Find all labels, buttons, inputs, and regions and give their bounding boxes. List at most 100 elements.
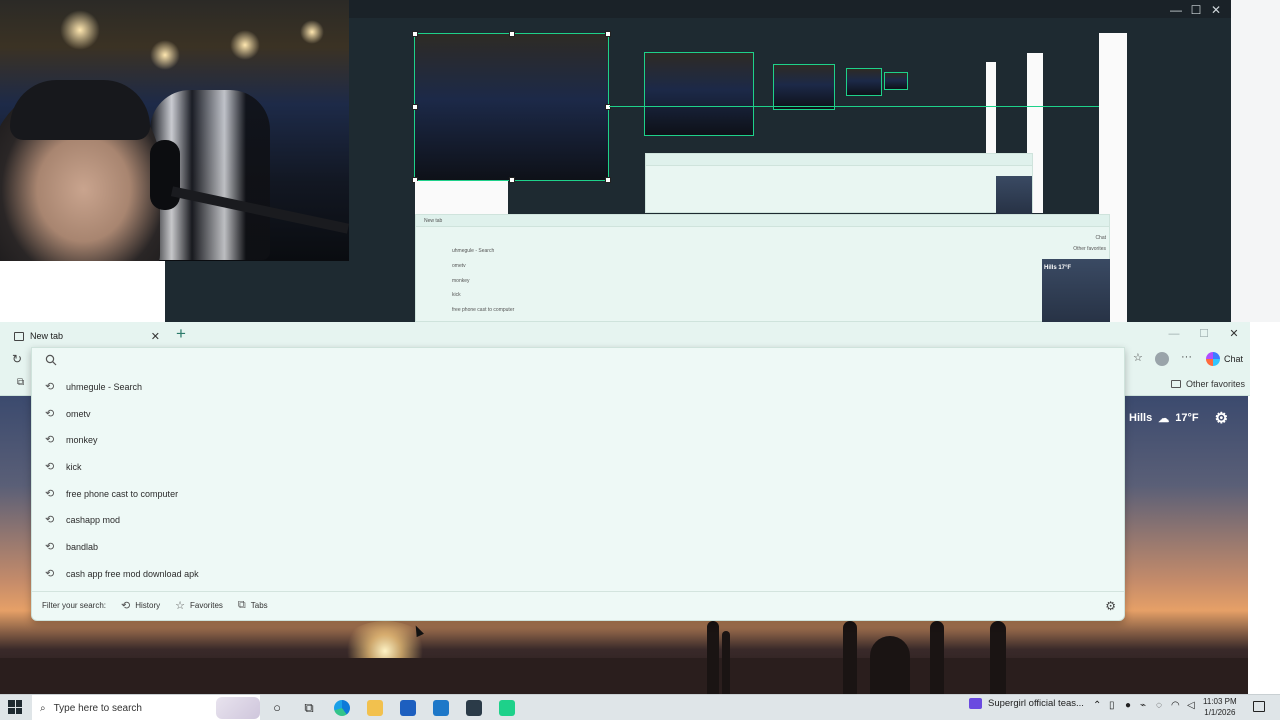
taskbar-media-item[interactable]: Supergirl official teas...	[969, 698, 1084, 709]
suggestion-item[interactable]: ⟲ cashapp mod	[32, 507, 1124, 533]
tab-close-button[interactable]: ✕	[151, 330, 160, 343]
suggestion-item[interactable]: ⟲ cash app free mod download apk	[32, 561, 1124, 587]
nested-browser	[645, 153, 1033, 214]
taskbar: ⌕ Type here to search ○ ⧉ Supergirl offi…	[0, 694, 1280, 720]
store-icon[interactable]	[400, 700, 416, 716]
address-bar[interactable]	[32, 348, 1124, 374]
capture-close-button[interactable]: ✕	[1208, 3, 1224, 17]
calculator-icon[interactable]	[466, 700, 482, 716]
suggestion-text: cash app free mod download apk	[66, 569, 199, 579]
preview-source-webcam[interactable]	[412, 31, 611, 183]
network-icon[interactable]: ◌	[1156, 700, 1162, 711]
preview-source-nested-3	[846, 68, 882, 96]
history-icon: ⟲	[45, 540, 55, 553]
reload-icon[interactable]: ↻	[12, 352, 22, 366]
address-bar-dropdown: ⟲ uhmegule - Search ⟲ ometv ⟲ monkey ⟲ k…	[31, 347, 1125, 621]
tab-title: New tab	[30, 331, 64, 341]
recursive-weather: Hills 17°F	[1044, 265, 1072, 271]
taskbar-clock[interactable]: 11:03 PM 1/1/2026	[1203, 696, 1237, 718]
usb-icon[interactable]: ⌁	[1140, 700, 1146, 711]
favorites-star-icon[interactable]: ☆	[1133, 351, 1143, 364]
weather-temp: 17°F	[1175, 412, 1199, 424]
background-window	[1231, 0, 1280, 322]
copilot-icon[interactable]	[1206, 352, 1220, 366]
page-icon	[14, 331, 24, 341]
device-icon[interactable]: ▯	[1109, 700, 1115, 711]
new-tab-button[interactable]: +	[172, 324, 190, 344]
search-highlight-image[interactable]	[216, 697, 260, 719]
search-settings-gear-icon[interactable]: ⚙	[1105, 599, 1116, 613]
capture-maximize-button[interactable]: ☐	[1188, 3, 1204, 17]
capture-minimize-button[interactable]: —	[1168, 3, 1184, 17]
maximize-button[interactable]: ☐	[1189, 325, 1219, 343]
clock-date: 1/1/2026	[1204, 708, 1236, 717]
weather-location: Hills	[1129, 412, 1153, 424]
notification-icon[interactable]	[1253, 701, 1265, 712]
chat-button[interactable]: Chat	[1224, 354, 1243, 364]
app-icon[interactable]	[499, 700, 515, 716]
weather-widget[interactable]: Hills ☁ 17°F ⚙	[1125, 400, 1247, 436]
address-input[interactable]	[66, 351, 966, 371]
filter-history-button[interactable]: ⟲ History	[121, 599, 160, 612]
recursive-other-favorites: Other favorites	[1073, 246, 1106, 252]
taskbar-search[interactable]: ⌕ Type here to search	[32, 695, 260, 720]
filter-bar: Filter your search: ⟲ History ☆ Favorite…	[42, 599, 268, 612]
history-icon: ⟲	[45, 460, 55, 473]
webcam-feed	[0, 0, 349, 261]
preview-blank	[415, 181, 508, 214]
divider	[32, 591, 1124, 592]
suggestion-item[interactable]: ⟲ free phone cast to computer	[32, 481, 1124, 507]
blank-area	[0, 261, 165, 322]
windows-start-icon[interactable]	[8, 700, 22, 714]
recursive-chat: Chat	[1095, 235, 1106, 241]
filter-history-label: History	[135, 601, 161, 610]
filter-label: Filter your search:	[42, 601, 107, 610]
filter-favorites-label: Favorites	[190, 601, 223, 610]
recursive-tab-title: New tab	[424, 218, 443, 224]
more-menu-icon[interactable]: ···	[1181, 351, 1192, 363]
suggestion-text: kick	[66, 462, 82, 472]
cloud-icon: ☁	[1158, 412, 1170, 425]
collections-icon[interactable]: ⧉	[17, 377, 24, 388]
cortana-icon[interactable]: ○	[268, 699, 286, 717]
minimize-button[interactable]: —	[1159, 325, 1189, 343]
suggestion-item[interactable]: ⟲ bandlab	[32, 534, 1124, 560]
preview-background	[165, 261, 349, 322]
suggestion-item[interactable]: ⟲ uhmegule - Search	[32, 374, 1124, 400]
profile-avatar[interactable]	[1155, 352, 1169, 366]
wifi-icon[interactable]: ◠	[1171, 700, 1180, 711]
recursive-suggestion-1: uhmegule - Search	[452, 248, 495, 254]
history-icon: ⟲	[45, 513, 55, 526]
filter-tabs-button[interactable]: ⧉ Tabs	[238, 599, 268, 612]
volume-icon[interactable]: ◁	[1187, 700, 1195, 711]
close-button[interactable]: ✕	[1219, 325, 1249, 343]
other-favorites-label: Other favorites	[1186, 379, 1246, 389]
suggestion-item[interactable]: ⟲ monkey	[32, 427, 1124, 453]
search-icon	[45, 354, 57, 366]
desktop-edge	[1248, 396, 1280, 694]
microphone-icon[interactable]: ●	[1125, 700, 1131, 711]
suggestion-text: free phone cast to computer	[66, 489, 179, 499]
history-icon: ⟲	[121, 600, 131, 612]
preview-source-nested-2	[773, 64, 835, 110]
settings-gear-icon[interactable]: ⚙	[1215, 409, 1228, 427]
star-icon: ☆	[175, 600, 186, 612]
mail-icon[interactable]	[433, 700, 449, 716]
suggestion-text: ometv	[66, 409, 91, 419]
selection-line	[609, 106, 1099, 107]
suggestion-text: cashapp mod	[66, 515, 121, 525]
task-view-icon[interactable]: ⧉	[300, 699, 318, 717]
file-explorer-icon[interactable]	[367, 700, 383, 716]
suggestion-text: uhmegule - Search	[66, 382, 143, 392]
tabs-icon: ⧉	[237, 599, 246, 611]
suggestion-item[interactable]: ⟲ kick	[32, 454, 1124, 480]
history-icon: ⟲	[45, 433, 55, 446]
filter-favorites-button[interactable]: ☆ Favorites	[175, 599, 223, 612]
clock-time: 11:03 PM	[1203, 697, 1237, 706]
other-favorites-folder[interactable]: Other favorites	[1171, 379, 1245, 389]
tab-new-tab[interactable]: New tab ✕	[8, 325, 166, 347]
edge-icon[interactable]	[334, 700, 350, 716]
show-hidden-icons-icon[interactable]: ⌃	[1093, 700, 1101, 711]
suggestion-item[interactable]: ⟲ ometv	[32, 401, 1124, 427]
history-icon: ⟲	[45, 380, 55, 393]
